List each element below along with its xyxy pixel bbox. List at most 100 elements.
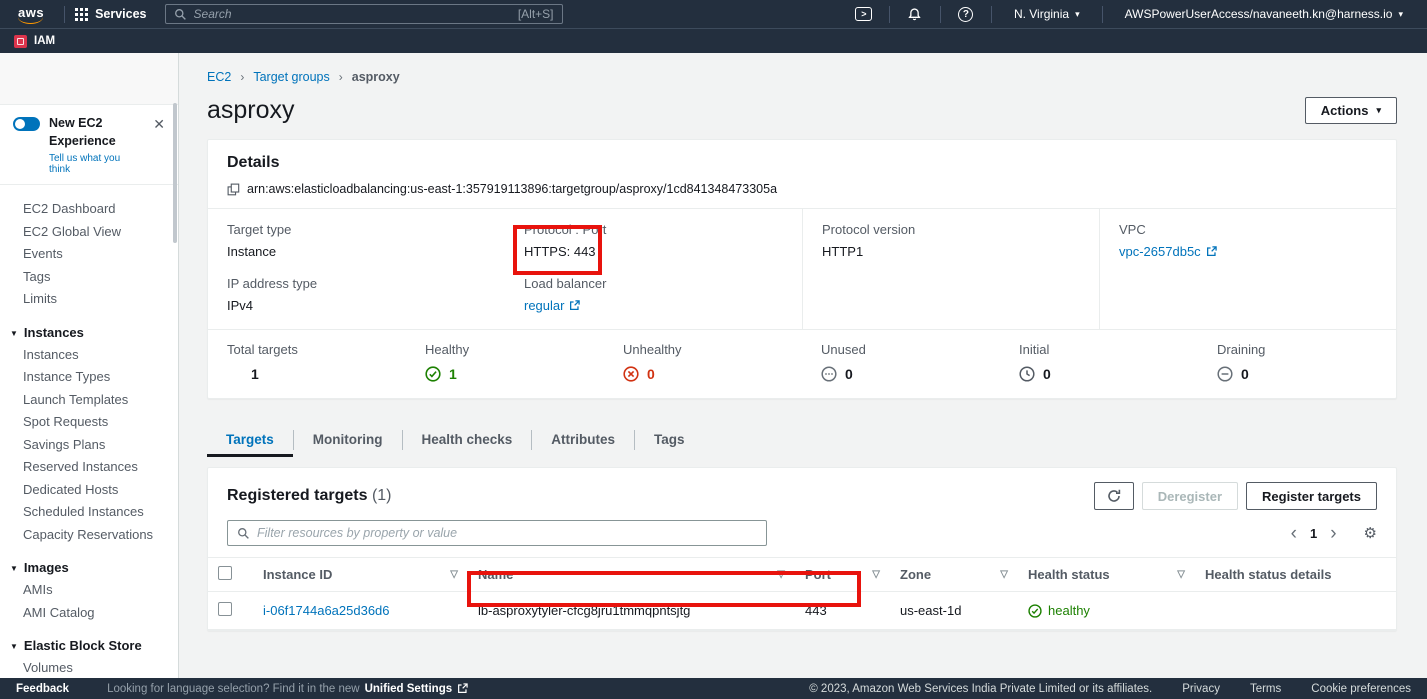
experience-toggle[interactable] [13,117,40,131]
clock-icon [1019,366,1035,382]
cookie-preferences-link[interactable]: Cookie preferences [1311,683,1411,695]
sidebar-item-ec2-dashboard[interactable]: EC2 Dashboard [0,198,178,221]
divider [889,6,890,23]
table-row: i-06f1744a6a25d36d6 lb-asproxytyler-cfcg… [208,592,1396,630]
instance-id-link[interactable]: i-06f1744a6a25d36d6 [263,603,390,618]
column-header-zone: Zone [900,567,931,582]
ip-address-type-label: IP address type [227,276,486,291]
topbar-right-controls: > ? N. Virginia ▾ AWSPowerUserAccess/nav… [849,6,1415,23]
sidebar-item-volumes[interactable]: Volumes [0,657,178,680]
terms-link[interactable]: Terms [1250,683,1281,695]
region-selector[interactable]: N. Virginia ▾ [1002,7,1092,21]
sidebar-item-tags[interactable]: Tags [0,266,178,289]
region-label: N. Virginia [1014,7,1069,21]
help-button[interactable]: ? [951,7,981,22]
global-search[interactable]: [Alt+S] [165,4,563,24]
services-menu-button[interactable]: Services [75,7,146,21]
divider [991,6,992,23]
sidebar-item-amis[interactable]: AMIs [0,579,178,602]
details-column-3: Protocol version HTTP1 [802,209,1099,329]
health-status-badge: healthy [1028,603,1185,618]
sort-icon[interactable]: ▽ [450,569,458,580]
sort-icon[interactable]: ▽ [1177,569,1185,580]
sidebar-item-ec2-global-view[interactable]: EC2 Global View [0,221,178,244]
breadcrumb-target-groups[interactable]: Target groups [253,70,329,84]
tab-health-checks[interactable]: Health checks [403,423,532,457]
sidebar-section-images[interactable]: ▼Images [0,556,178,579]
account-label: AWSPowerUserAccess/navaneeth.kn@harness.… [1125,7,1393,21]
unified-settings-link[interactable]: Unified Settings [365,683,453,695]
select-all-checkbox[interactable] [218,566,232,580]
vpc-link[interactable]: vpc-2657db5c [1119,244,1217,259]
sidebar-item-limits[interactable]: Limits [0,288,178,311]
target-health-summary: Total targets 1 Healthy 1 [208,329,1396,398]
target-type-value: Instance [227,244,486,259]
sidebar-nav: EC2 Dashboard EC2 Global View Events Tag… [0,185,178,699]
external-link-icon [569,300,580,311]
filter-input[interactable] [257,526,757,540]
deregister-button[interactable]: Deregister [1142,482,1238,510]
tab-targets[interactable]: Targets [207,423,293,457]
sort-icon[interactable]: ▽ [872,569,880,580]
copy-icon[interactable] [227,183,240,196]
healthy-value: 1 [449,366,457,382]
sidebar-item-dedicated-hosts[interactable]: Dedicated Hosts [0,479,178,502]
refresh-button[interactable] [1094,482,1134,510]
sidebar-item-spot-requests[interactable]: Spot Requests [0,411,178,434]
draining-label: Draining [1217,342,1396,357]
feedback-link[interactable]: Feedback [16,683,69,695]
check-circle-icon [425,366,441,382]
sidebar-item-instances[interactable]: Instances [0,344,178,367]
caret-down-icon: ▼ [10,642,18,651]
close-icon[interactable]: ✕ [150,114,168,135]
external-link-icon [457,683,468,694]
search-input[interactable] [194,7,511,21]
tab-monitoring[interactable]: Monitoring [294,423,402,457]
notifications-button[interactable] [900,7,930,22]
registered-targets-count: (1) [372,487,392,504]
gear-icon[interactable]: ⚙ [1364,524,1377,542]
total-targets-label: Total targets [227,342,406,357]
chevron-right-icon[interactable]: › [1321,524,1345,543]
protocol-port-label: Protocol : Port [524,222,783,237]
row-checkbox[interactable] [218,602,232,616]
tab-attributes[interactable]: Attributes [532,423,634,457]
sidebar-item-reserved-instances[interactable]: Reserved Instances [0,456,178,479]
new-experience-panel: New EC2 Experience Tell us what you thin… [0,105,178,185]
sidebar-item-ami-catalog[interactable]: AMI Catalog [0,602,178,625]
register-targets-button[interactable]: Register targets [1246,482,1377,510]
experience-feedback-link[interactable]: Tell us what you think [49,153,141,175]
iam-label: IAM [34,35,55,47]
sort-icon[interactable]: ▽ [1000,569,1008,580]
sidebar-item-capacity-reservations[interactable]: Capacity Reservations [0,524,178,547]
sidebar-section-instances[interactable]: ▼Instances [0,321,178,344]
search-icon [174,8,187,21]
account-menu[interactable]: AWSPowerUserAccess/navaneeth.kn@harness.… [1113,7,1415,21]
sort-icon[interactable]: ▽ [777,569,785,580]
breadcrumb-separator: › [339,70,343,84]
details-column-4: VPC vpc-2657db5c [1099,209,1396,329]
cloudshell-button[interactable]: > [849,7,879,21]
load-balancer-link[interactable]: regular [524,298,580,313]
breadcrumb-ec2[interactable]: EC2 [207,70,231,84]
page-number[interactable]: 1 [1306,526,1321,541]
sidebar-item-launch-templates[interactable]: Launch Templates [0,389,178,412]
sidebar-section-elastic-block-store[interactable]: ▼Elastic Block Store [0,634,178,657]
sidebar-item-events[interactable]: Events [0,243,178,266]
help-icon: ? [958,7,973,22]
favorite-iam-link[interactable]: IAM [14,35,55,48]
privacy-link[interactable]: Privacy [1182,683,1220,695]
check-circle-icon [1028,604,1042,618]
sidebar-item-instance-types[interactable]: Instance Types [0,366,178,389]
unused-label: Unused [821,342,1000,357]
filter-input-wrapper[interactable] [227,520,767,546]
caret-down-icon: ▼ [10,564,18,573]
sidebar-item-savings-plans[interactable]: Savings Plans [0,434,178,457]
actions-button[interactable]: Actions ▾ [1305,97,1397,124]
target-group-arn: arn:aws:elasticloadbalancing:us-east-1:3… [247,182,777,196]
tab-tags[interactable]: Tags [635,423,704,457]
aws-logo[interactable]: aws [18,5,44,20]
sidebar-item-scheduled-instances[interactable]: Scheduled Instances [0,501,178,524]
chevron-left-icon[interactable]: ‹ [1282,524,1306,543]
healthy-label: Healthy [425,342,604,357]
